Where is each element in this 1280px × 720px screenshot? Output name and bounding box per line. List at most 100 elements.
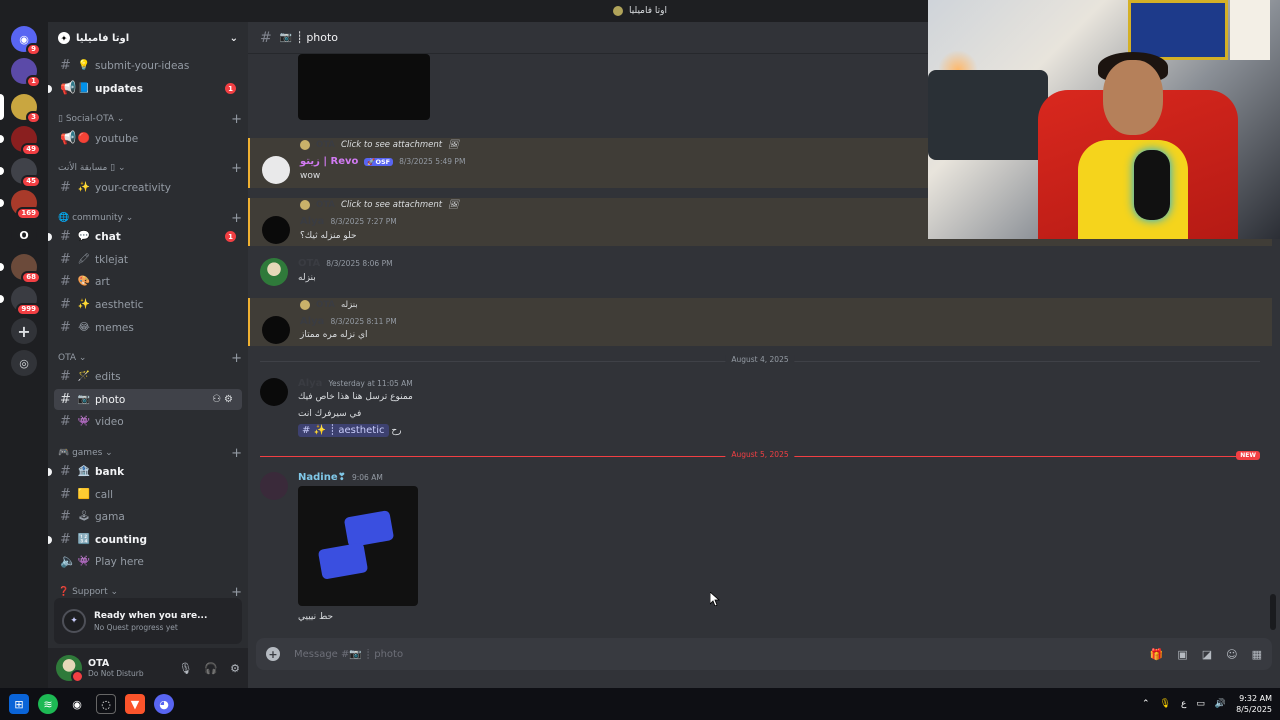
category-contest[interactable]: مسابقة الأنت ▯ ⌄ + xyxy=(58,160,242,176)
image-attachment[interactable] xyxy=(298,54,430,120)
message[interactable]: OTA 8/3/2025 8:06 PM بنزله xyxy=(248,254,1272,294)
channel-play-here[interactable]: 🔈 👾 Play here xyxy=(54,551,242,572)
role-tag: 🚀OSF xyxy=(364,157,394,166)
channel-art[interactable]: # 🎨 art xyxy=(54,271,242,292)
avatar[interactable] xyxy=(262,316,290,344)
category-games[interactable]: 🎮 games ⌄ + xyxy=(58,445,242,461)
reply-preview[interactable]: OTA Click to see attachment 🖼 xyxy=(300,140,459,150)
microphone-icon[interactable]: 🎙 xyxy=(178,662,192,675)
scrollbar[interactable] xyxy=(1270,594,1276,630)
windows-start-icon[interactable]: ⊞ xyxy=(9,694,29,714)
category-social-ota[interactable]: ▯ Social-OTA ⌄ + xyxy=(58,111,242,127)
message[interactable]: OTA بنزله Alya 8/3/2025 8:11 PM اي نزله مر… xyxy=(248,298,1272,346)
message-author[interactable]: Alya xyxy=(298,378,322,389)
server-initial: O xyxy=(19,228,29,242)
apps-icon[interactable]: ▦ xyxy=(1252,648,1262,661)
spotify-icon[interactable]: ≋ xyxy=(38,694,58,714)
channel-bank[interactable]: # 🏦 bank xyxy=(48,461,242,482)
channel-emoji: 🎨 xyxy=(77,276,91,287)
channel-video[interactable]: # 👾 video xyxy=(54,411,242,432)
channel-aesthetic[interactable]: # ✨ aesthetic xyxy=(54,294,242,315)
message-author[interactable]: OTA xyxy=(298,258,320,269)
channel-chat[interactable]: # 💬 chat 1 xyxy=(48,226,242,247)
upload-plus-icon[interactable]: + xyxy=(266,647,280,661)
server-button[interactable]: 68 xyxy=(0,254,41,284)
image-attachment[interactable] xyxy=(298,486,418,606)
headphones-icon[interactable]: 🎧 xyxy=(204,662,218,675)
channel-gama[interactable]: # 🕹 gama xyxy=(54,506,242,527)
category-community[interactable]: 🌐 community ⌄ + xyxy=(58,210,242,226)
microphone-icon[interactable]: 🎙 xyxy=(1160,699,1171,709)
quest-panel[interactable]: ✦ Ready when you are... No Quest progres… xyxy=(54,598,242,644)
message[interactable]: Alya Yesterday at 11:05 AM ممنوع ترسل هنا… xyxy=(248,374,1272,444)
channel-your-creativity[interactable]: # ✨ your-creativity xyxy=(54,177,242,198)
discover-button[interactable]: ◎ xyxy=(11,350,37,376)
message-author[interactable]: زيتو | Revo xyxy=(300,156,358,167)
server-button[interactable]: O xyxy=(11,222,37,248)
message[interactable]: Nadine❣ 9:06 AM حط نيييي xyxy=(248,468,1272,628)
server-button[interactable]: 1 xyxy=(11,58,41,88)
brave-icon[interactable]: ▼ xyxy=(125,694,145,714)
unread-pill xyxy=(0,167,4,175)
channel-emoji: ✨ xyxy=(77,182,91,193)
add-channel-icon[interactable]: + xyxy=(231,446,242,461)
quest-title: Ready when you are... xyxy=(94,610,208,621)
avatar[interactable] xyxy=(262,216,290,244)
guild-header[interactable]: ✦ اوتا فاميليا ⌄ xyxy=(48,22,248,54)
channel-updates[interactable]: 📢 📘 updates 1 xyxy=(48,78,242,99)
clock[interactable]: 9:32 AM 8/5/2025 xyxy=(1236,693,1272,715)
chevron-up-icon[interactable]: ⌃ xyxy=(1142,699,1150,709)
obs-icon[interactable]: ◉ xyxy=(67,694,87,714)
channel-youtube[interactable]: 📢 🔴 youtube xyxy=(54,128,242,149)
server-button[interactable]: 49 xyxy=(0,126,41,156)
add-channel-icon[interactable]: + xyxy=(231,211,242,226)
hash-icon: # xyxy=(60,252,71,267)
reply-preview[interactable]: OTA Click to see attachment 🖼 xyxy=(300,200,459,210)
category-ota[interactable]: OTA ⌄ + xyxy=(58,350,242,366)
volume-icon[interactable]: 🔊 xyxy=(1215,699,1226,709)
network-icon[interactable]: ▭ xyxy=(1196,699,1205,709)
message-text: اي نزله مره ممتاز xyxy=(300,330,368,340)
gear-icon[interactable]: ⚙ xyxy=(224,394,236,405)
channel-submit-your-ideas[interactable]: # 💡 submit-your-ideas xyxy=(54,55,242,76)
discord-icon[interactable]: ◕ xyxy=(154,694,174,714)
app-icon[interactable]: ◌ xyxy=(96,694,116,714)
server-button[interactable]: 999 xyxy=(0,286,41,316)
add-channel-icon[interactable]: + xyxy=(231,351,242,366)
server-button[interactable]: 169 xyxy=(0,190,41,220)
sticker-icon[interactable]: ◪ xyxy=(1202,648,1212,661)
avatar[interactable] xyxy=(56,655,84,683)
avatar[interactable] xyxy=(260,378,288,406)
channel-photo[interactable]: # 📷 photo ⚇⚙ xyxy=(54,389,242,410)
emoji-icon[interactable]: ☺ xyxy=(1226,648,1237,661)
channel-sidebar: ✦ اوتا فاميليا ⌄ # 💡 submit-your-ideas 📢 📘 up… xyxy=(48,22,248,688)
message-author[interactable]: Alya xyxy=(300,216,324,227)
channel-memes[interactable]: # 😂 memes xyxy=(54,317,242,338)
add-server-button[interactable]: + xyxy=(11,318,37,344)
avatar[interactable] xyxy=(260,472,288,500)
gif-icon[interactable]: ▣ xyxy=(1177,648,1187,661)
message-author[interactable]: Alya xyxy=(300,316,324,327)
invite-icon[interactable]: ⚇ xyxy=(212,394,224,405)
channel-mention[interactable]: # ✨ ┊ aesthetic xyxy=(298,424,389,437)
sofa xyxy=(928,70,1048,160)
add-channel-icon[interactable]: + xyxy=(231,161,242,176)
channel-label: photo xyxy=(95,393,126,406)
channel-edits[interactable]: # 🪄 edits xyxy=(54,366,242,387)
channel-tklejat[interactable]: # 🖍 tklejat xyxy=(54,249,242,270)
gift-icon[interactable]: 🎁 xyxy=(1150,648,1164,661)
channel-counting[interactable]: # 🔢 counting xyxy=(48,529,242,550)
discord-home-button[interactable]: ◉ 9 xyxy=(11,26,41,56)
taskbar: ⊞ ≋ ◉ ◌ ▼ ◕ ⌃ 🎙 ع ▭ 🔊 9:32 AM 8/5/2025 xyxy=(0,688,1280,720)
channel-call[interactable]: # 🟨 call xyxy=(54,484,242,505)
message-input[interactable] xyxy=(294,648,1150,660)
add-channel-icon[interactable]: + xyxy=(231,112,242,127)
gear-icon[interactable]: ⚙ xyxy=(230,662,240,675)
avatar[interactable] xyxy=(260,258,288,286)
avatar[interactable] xyxy=(262,156,290,184)
message-author[interactable]: Nadine❣ xyxy=(298,472,346,483)
reply-preview[interactable]: OTA بنزله xyxy=(300,300,358,310)
server-button-active[interactable]: 3 xyxy=(0,94,41,124)
server-button[interactable]: 45 xyxy=(0,158,41,188)
language-indicator[interactable]: ع xyxy=(1181,699,1186,709)
